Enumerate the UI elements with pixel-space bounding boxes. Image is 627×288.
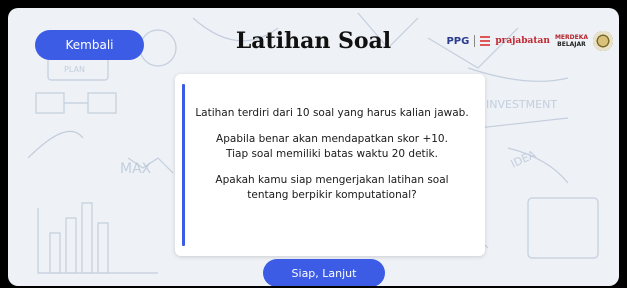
ppg-logo: PPG [446,35,470,47]
svg-text:INVESTMENT: INVESTMENT [486,98,557,111]
app-frame: MAX INVESTMENT IDEA PLAN Kembali Latihan… [8,8,619,286]
merdeka-text: MERDEKA [554,34,588,41]
svg-text:MAX: MAX [120,161,152,177]
prajabatan-logo: prajabatan [495,36,550,46]
instruction-card: Latihan terdiri dari 10 soal yang harus … [175,74,485,256]
instruction-line: Latihan terdiri dari 10 soal yang harus … [195,107,469,119]
instruction-line-a: Apabila benar akan mendapatkan skor +10. [216,133,448,145]
instruction-line-a: Apakah kamu siap mengerjakan latihan soa… [215,174,449,186]
seal-icon [593,31,613,51]
belajar-text: BELAJAR [557,41,586,48]
merdeka-belajar-logo: MERDEKA BELAJAR [555,34,588,48]
partner-logos: PPG prajabatan MERDEKA BELAJAR [446,31,613,51]
logo-divider [474,35,476,47]
svg-text:PLAN: PLAN [64,65,85,74]
svg-text:IDEA: IDEA [509,148,539,171]
instruction-line: Apabila benar akan mendapatkan skor +10.… [185,132,479,162]
continue-button[interactable]: Siap, Lanjut [263,259,385,286]
instruction-line-b: Tiap soal memiliki batas waktu 20 detik. [226,148,438,160]
instruction-line-b: tentang berpikir komputational? [247,189,417,201]
instruction-line: Apakah kamu siap mengerjakan latihan soa… [185,173,479,203]
prajabatan-icon [480,36,491,46]
instruction-text: Latihan terdiri dari 10 soal yang harus … [185,106,479,214]
